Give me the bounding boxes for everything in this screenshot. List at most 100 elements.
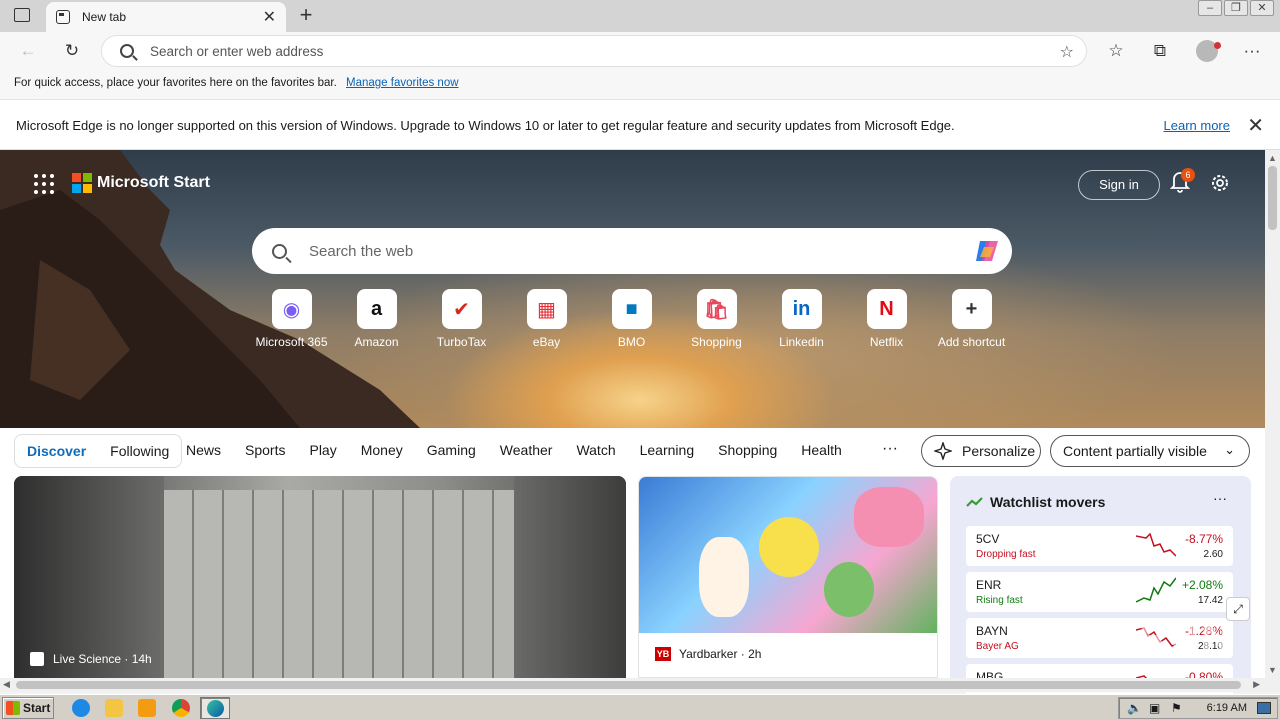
address-bar[interactable]: Search or enter web address ☆ (101, 35, 1087, 67)
shortcut-label: Microsoft 365 (255, 335, 328, 349)
tab-watch[interactable]: Watch (576, 442, 615, 458)
learn-more-link[interactable]: Learn more (1164, 118, 1230, 133)
news-card-pokemon[interactable]: YB Yardbarker · 2h (638, 476, 938, 678)
favorites-button[interactable]: ☆ (1102, 38, 1130, 64)
add-favorite-icon[interactable]: ☆ (1060, 42, 1074, 62)
vertical-scrollbar[interactable]: ▲ ▼ (1265, 150, 1280, 678)
show-desktop-icon[interactable] (1257, 702, 1271, 714)
more-categories-button[interactable]: ··· (882, 440, 898, 458)
tab-play[interactable]: Play (309, 442, 336, 458)
minimize-button[interactable]: – (1198, 0, 1222, 16)
close-tab-icon[interactable]: ✕ (263, 7, 276, 27)
maximize-button[interactable]: ❐ (1224, 0, 1248, 16)
tab-new-tab[interactable]: New tab ✕ (46, 2, 286, 32)
shortcut-netflix[interactable]: N Netflix (844, 289, 929, 349)
stock-change: +2.08% (1181, 578, 1223, 592)
shortcut-turbotax[interactable]: ✔ TurboTax (419, 289, 504, 349)
shortcut-add-shortcut[interactable]: + Add shortcut (929, 289, 1014, 349)
unsupported-os-infobar: Microsoft Edge is no longer supported on… (0, 100, 1280, 150)
shortcut-label: Amazon (354, 335, 399, 349)
watchlist-more-button[interactable]: ··· (1213, 490, 1227, 506)
search-icon (120, 44, 134, 58)
card-image-pokemon (639, 477, 937, 633)
tab-weather[interactable]: Weather (500, 442, 553, 458)
shortcut-linkedin[interactable]: in Linkedin (759, 289, 844, 349)
settings-menu-button[interactable]: ··· (1238, 38, 1266, 64)
stock-change: -8.77% (1184, 532, 1223, 546)
back-button[interactable]: ← (14, 38, 42, 64)
shortcut-microsoft-365[interactable]: ◉ Microsoft 365 (249, 289, 334, 349)
favorites-bar: For quick access, place your favorites h… (0, 70, 1280, 100)
brand-title[interactable]: Microsoft Start (97, 174, 210, 192)
tab-gaming[interactable]: Gaming (427, 442, 476, 458)
personalize-label: Personalize (962, 443, 1036, 459)
tab-sports[interactable]: Sports (245, 442, 285, 458)
stock-row-5cv[interactable]: 5CV Dropping fast -8.77% 2.60 (966, 526, 1233, 566)
clock[interactable]: 6:19 AM (1207, 702, 1247, 714)
chrome-icon[interactable] (172, 699, 190, 717)
scroll-down-arrow-icon[interactable]: ▼ (1268, 665, 1277, 675)
start-button[interactable]: Start (2, 697, 54, 719)
microsoft-logo-icon (72, 173, 92, 193)
scroll-right-arrow-icon[interactable]: ▶ (1253, 679, 1260, 690)
content-visibility-dropdown[interactable]: Content partially visible ⌄ (1050, 435, 1250, 467)
shortcut-bmo[interactable]: ■ BMO (589, 289, 674, 349)
personalize-button[interactable]: Personalize (921, 435, 1041, 467)
feed-primary-tabs: Discover Following (14, 434, 183, 468)
stock-sparkline (1136, 532, 1176, 557)
close-window-button[interactable]: ✕ (1250, 0, 1274, 16)
tab-learning[interactable]: Learning (640, 442, 695, 458)
refresh-button[interactable]: ↻ (58, 38, 86, 64)
web-search-box[interactable]: Search the web (252, 228, 1012, 274)
app-launcher-icon[interactable] (34, 174, 54, 194)
tab-discover[interactable]: Discover (15, 443, 98, 459)
tab-money[interactable]: Money (361, 442, 403, 458)
card-source-label: Yardbarker · 2h (679, 647, 762, 661)
microsoft-365-icon: ◉ (271, 289, 312, 329)
scroll-up-arrow-icon[interactable]: ▲ (1268, 153, 1277, 163)
tab-health[interactable]: Health (801, 442, 841, 458)
collections-button[interactable]: ⧉ (1146, 38, 1174, 64)
sign-in-button[interactable]: Sign in (1078, 170, 1160, 200)
profile-avatar[interactable] (1196, 40, 1221, 62)
shortcut-shopping[interactable]: 🛍 Shopping (674, 289, 759, 349)
volume-icon[interactable]: 🔈 (1127, 701, 1142, 715)
internet-explorer-icon[interactable] (72, 699, 90, 717)
new-tab-button[interactable]: + (293, 3, 319, 29)
horizontal-scroll-thumb[interactable] (16, 681, 1241, 689)
shopping-icon: 🛍 (696, 289, 737, 329)
shortcut-ebay[interactable]: ▦ eBay (504, 289, 589, 349)
tab-following[interactable]: Following (98, 443, 181, 459)
notification-badge: 6 (1181, 168, 1195, 182)
network-icon[interactable]: ▣ (1149, 701, 1160, 715)
horizontal-scrollbar[interactable]: ◀ ▶ (0, 678, 1280, 692)
shortcut-amazon[interactable]: a Amazon (334, 289, 419, 349)
web-search-placeholder: Search the web (309, 242, 414, 260)
tab-news[interactable]: News (186, 442, 221, 458)
scroll-left-arrow-icon[interactable]: ◀ (3, 679, 10, 690)
live-science-logo-icon (30, 652, 44, 666)
tab-actions-icon[interactable] (14, 8, 30, 22)
news-card-hero[interactable]: Live Science · 14h (14, 476, 626, 678)
start-hero: Microsoft Start Sign in 6 Search the web… (0, 150, 1265, 428)
search-icon (272, 243, 287, 259)
stock-row-enr[interactable]: ENR Rising fast +2.08% 17.42 (966, 572, 1233, 612)
vertical-scroll-thumb[interactable] (1268, 166, 1277, 230)
close-infobar-icon[interactable]: ✕ (1247, 113, 1264, 138)
stock-price: 17.42 (1197, 595, 1223, 606)
file-explorer-icon[interactable] (105, 699, 123, 717)
trending-icon (966, 497, 983, 507)
action-center-flag-icon[interactable]: ⚑ (1171, 701, 1182, 715)
copilot-icon[interactable] (972, 237, 1002, 265)
manage-favorites-link[interactable]: Manage favorites now (346, 77, 459, 89)
card-image-metal-chamber (164, 490, 514, 678)
shortcut-label: TurboTax (436, 335, 487, 349)
settings-gear-icon[interactable] (1208, 171, 1232, 195)
tab-title: New tab (82, 10, 127, 24)
taskbar-edge-active[interactable] (200, 697, 230, 719)
favorites-bar-text: For quick access, place your favorites h… (14, 77, 337, 89)
system-tray: 🔈 ▣ ⚑ 6:19 AM (1118, 697, 1278, 719)
media-player-icon[interactable] (138, 699, 156, 717)
tab-shopping[interactable]: Shopping (718, 442, 777, 458)
profile-alert-dot (1214, 42, 1221, 49)
